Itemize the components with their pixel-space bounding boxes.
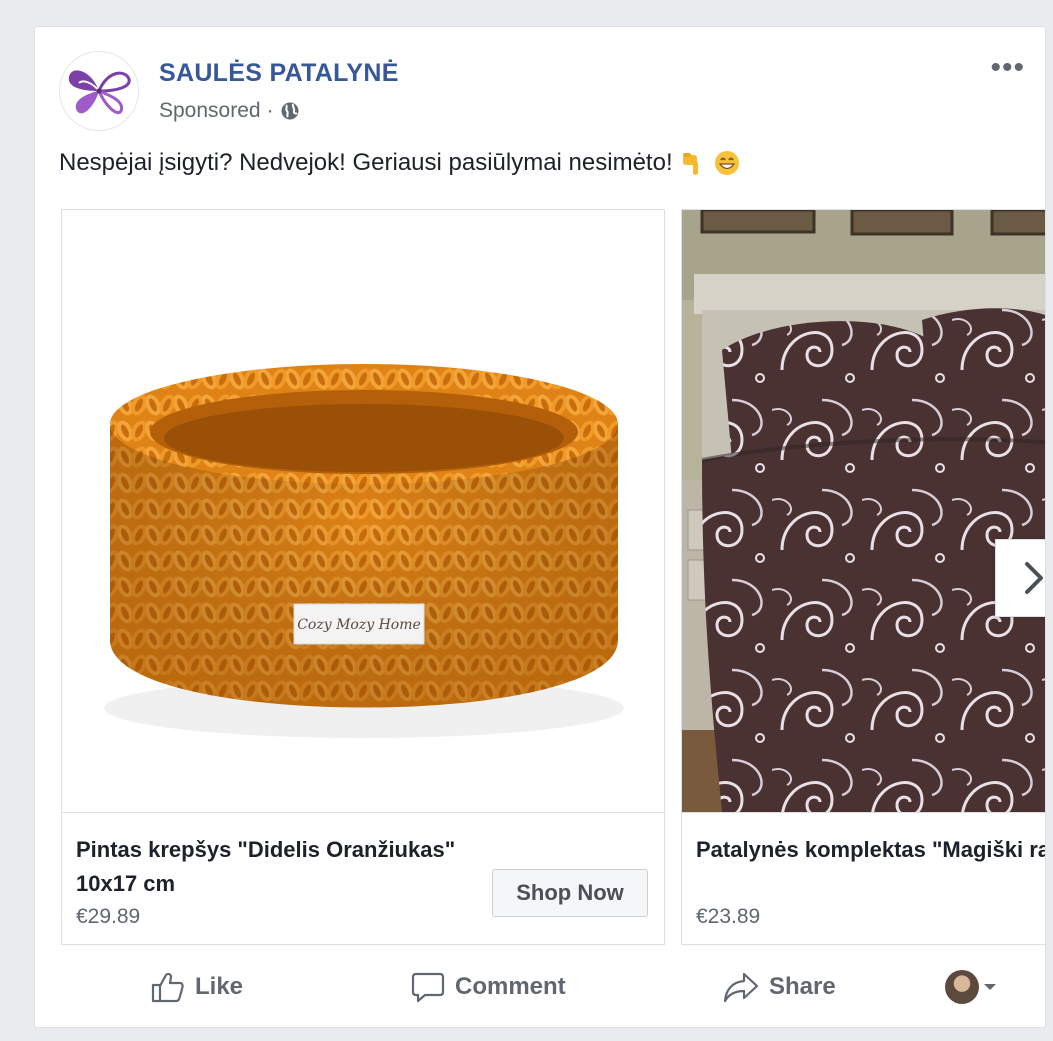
chevron-right-icon: [1025, 562, 1043, 594]
card-details: Patalynės komplektas "Magiški raštai" €2…: [682, 812, 1045, 944]
comment-label: Comment: [455, 973, 566, 1000]
butterfly-logo-icon: [68, 70, 131, 114]
carousel-card[interactable]: Patalynės komplektas "Magiški raštai" €2…: [681, 209, 1045, 945]
card-price: €23.89: [696, 905, 761, 928]
card-title[interactable]: Patalynės komplektas "Magiški raštai": [696, 833, 1045, 867]
card-price: €29.89: [76, 905, 141, 928]
more-options-button[interactable]: •••: [990, 53, 1025, 83]
card-image[interactable]: [682, 210, 1045, 812]
brown-bedding-image: [682, 210, 1045, 812]
grinning-face-emoji: [714, 151, 739, 175]
post-message-text: Nespėjai įsigyti? Nedvejok! Geriausi pas…: [59, 149, 673, 176]
globe-icon[interactable]: [280, 101, 300, 121]
share-button[interactable]: Share: [723, 965, 836, 1009]
meta-separator: ·: [266, 99, 274, 122]
carousel-next-button[interactable]: [995, 539, 1045, 617]
point-down-emoji: [682, 153, 698, 175]
sponsored-label[interactable]: Sponsored: [159, 99, 261, 123]
page-avatar[interactable]: [59, 51, 139, 131]
card-title[interactable]: Pintas krepšys "Didelis Oranžiukas" 10x1…: [76, 833, 476, 901]
comment-bubble-icon: [411, 972, 445, 1003]
product-carousel: Cozy Mozy Home Pintas krepšys "Didelis O…: [61, 209, 1045, 945]
shop-now-button[interactable]: Shop Now: [492, 869, 648, 917]
share-label: Share: [769, 973, 836, 1000]
basket-label-text: Cozy Mozy Home: [297, 617, 421, 633]
thumbs-up-icon: [151, 972, 184, 1003]
card-details: Pintas krepšys "Didelis Oranžiukas" 10x1…: [62, 812, 664, 944]
like-label: Like: [195, 973, 244, 1000]
page-name-link[interactable]: SAULĖS PATALYNĖ: [159, 59, 399, 88]
like-button[interactable]: Like: [151, 965, 243, 1009]
share-arrow-icon: [723, 972, 759, 1003]
post-message: Nespėjai įsigyti? Nedvejok! Geriausi pas…: [59, 149, 741, 177]
orange-basket-image: Cozy Mozy Home: [62, 210, 664, 812]
comment-button[interactable]: Comment: [411, 965, 566, 1009]
post-meta: Sponsored ·: [159, 99, 300, 123]
caret-down-icon: [984, 984, 996, 990]
card-image[interactable]: Cozy Mozy Home: [62, 210, 664, 812]
carousel-card[interactable]: Cozy Mozy Home Pintas krepšys "Didelis O…: [61, 209, 665, 945]
post-actions-bar: Like Comment Share: [35, 957, 1045, 1017]
sponsored-post: SAULĖS PATALYNĖ Sponsored · ••• Nespėjai…: [34, 26, 1046, 1028]
user-avatar: [945, 970, 979, 1004]
profile-selector[interactable]: [945, 965, 997, 1009]
